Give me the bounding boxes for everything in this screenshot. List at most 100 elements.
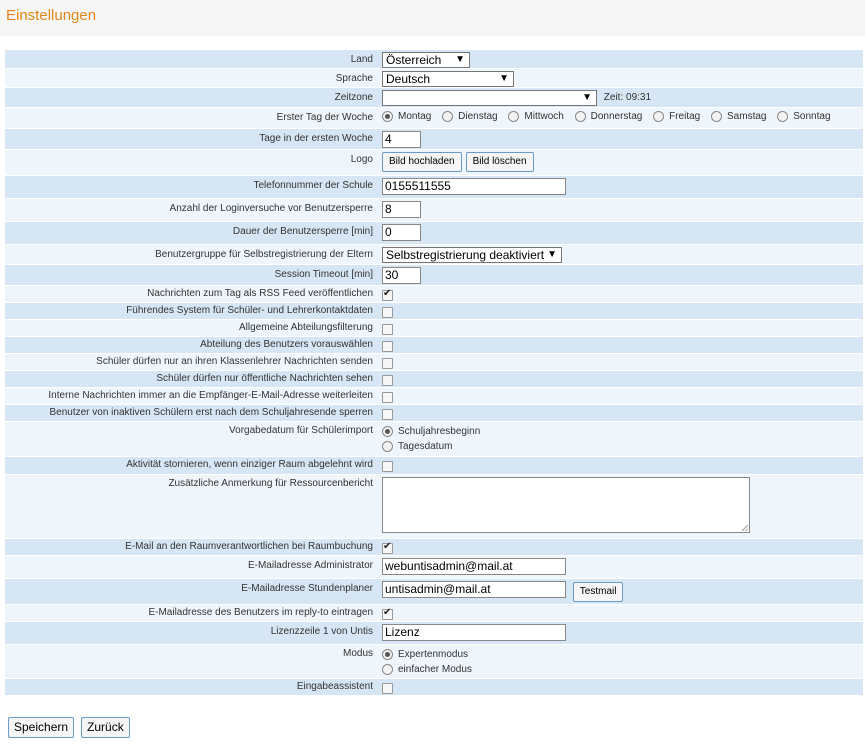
row-tage-erste-woche: Tage in der ersten Woche 4 (5, 129, 863, 150)
session-timeout-input[interactable]: 30 (382, 267, 421, 284)
interne-weiterleiten-label: Interne Nachrichten immer an die Empfäng… (48, 390, 373, 401)
email-raumverantwortliche-checkbox[interactable] (382, 541, 393, 554)
resize-grip-icon[interactable] (742, 525, 748, 531)
loginversuche-label: Anzahl der Loginversuche vor Benutzerspe… (169, 203, 373, 214)
chevron-down-icon: ▼ (455, 54, 465, 65)
telefon-input[interactable]: 0155511555 (382, 178, 566, 195)
benutzergruppe-select[interactable]: Selbstregistrierung deaktiviert ▼ (382, 247, 562, 263)
erster-tag-label: Erster Tag der Woche (276, 112, 373, 123)
chevron-down-icon: ▼ (582, 92, 592, 103)
row-eingabeassistent: Eingabeassistent (5, 679, 863, 696)
inaktive-sperren-label: Benutzer von inaktiven Schülern erst nac… (49, 407, 373, 418)
row-land: Land Österreich ▼ (5, 50, 863, 69)
email-admin-input[interactable]: webuntisadmin@mail.at (382, 558, 566, 575)
radio-tagesdatum[interactable] (382, 440, 393, 452)
row-fuehrendes-system: Führendes System für Schüler- und Lehrer… (5, 303, 863, 320)
option-tagesdatum: Tagesdatum (398, 441, 453, 452)
fuehrendes-system-checkbox[interactable] (382, 307, 393, 318)
benutzergruppe-value: Selbstregistrierung deaktiviert (386, 248, 545, 262)
sprache-label: Sprache (335, 73, 373, 84)
radio-expertenmodus[interactable] (382, 648, 393, 660)
fuehrendes-system-label: Führendes System für Schüler- und Lehrer… (126, 305, 373, 316)
radio-montag[interactable] (382, 111, 393, 122)
row-email-stundenplaner: E-Mailadresse Stundenplaner untisadmin@m… (5, 579, 863, 605)
option-sonntag: Sonntag (793, 111, 831, 122)
form-footer: Speichern Zurück (8, 717, 137, 738)
sprache-value: Deutsch (386, 72, 431, 86)
sperrdauer-label: Dauer der Benutzersperre [min] (232, 226, 373, 237)
lizenzzeile-label: Lizenzzeile 1 von Untis (270, 626, 373, 637)
abteilung-vorauswaehlen-checkbox[interactable] (382, 341, 393, 352)
lizenzzeile-input[interactable]: Lizenz (382, 624, 566, 641)
radio-samstag[interactable] (711, 111, 723, 122)
tage-erste-woche-input[interactable]: 4 (382, 131, 421, 148)
row-abteilungsfilterung: Allgemeine Abteilungsfilterung (5, 320, 863, 337)
sprache-select[interactable]: Deutsch ▼ (382, 71, 514, 87)
sperrdauer-input[interactable]: 0 (382, 224, 421, 241)
vorgabedatum-label: Vorgabedatum für Schülerimport (229, 425, 373, 436)
row-zeitzone: Zeitzone ▼ Zeit: 09:31 (5, 88, 863, 108)
row-erster-tag: Erster Tag der Woche Montag Dienstag Mit… (5, 108, 863, 129)
modus-label: Modus (342, 648, 373, 659)
oeffentliche-nachrichten-label: Schüler dürfen nur öffentliche Nachricht… (156, 373, 373, 384)
save-button[interactable]: Speichern (8, 717, 75, 738)
klassenlehrer-nachrichten-label: Schüler dürfen nur an ihren Klassenlehre… (96, 356, 373, 367)
tage-erste-woche-label: Tage in der ersten Woche (259, 133, 373, 144)
land-select[interactable]: Österreich ▼ (382, 52, 470, 68)
abteilungsfilterung-checkbox[interactable] (382, 324, 393, 335)
row-aktivitaet-stornieren: Aktivität stornieren, wenn einziger Raum… (5, 457, 863, 475)
testmail-button[interactable]: Testmail (572, 582, 624, 602)
eingabeassistent-checkbox[interactable] (382, 683, 393, 694)
row-vorgabedatum: Vorgabedatum für Schülerimport Schuljahr… (5, 422, 863, 457)
email-raumverantwortliche-label: E-Mail an den Raumverantwortlichen bei R… (125, 541, 373, 552)
email-stundenplaner-input[interactable]: untisadmin@mail.at (382, 581, 566, 598)
row-klassenlehrer-nachrichten: Schüler dürfen nur an ihren Klassenlehre… (5, 354, 863, 371)
delete-image-button[interactable]: Bild löschen (465, 152, 534, 172)
row-reply-to: E-Mailadresse des Benutzers im reply-to … (5, 605, 863, 622)
row-loginversuche: Anzahl der Loginversuche vor Benutzerspe… (5, 199, 863, 222)
radio-freitag[interactable] (653, 111, 665, 122)
radio-einfacher-modus[interactable] (382, 663, 393, 675)
radio-schuljahresbeginn[interactable] (382, 425, 393, 437)
email-stundenplaner-label: E-Mailadresse Stundenplaner (241, 583, 373, 594)
upload-image-button[interactable]: Bild hochladen (382, 152, 462, 172)
klassenlehrer-nachrichten-checkbox[interactable] (382, 358, 393, 369)
oeffentliche-nachrichten-checkbox[interactable] (382, 375, 393, 386)
row-logo: Logo Bild hochladen Bild löschen (5, 150, 863, 176)
loginversuche-input[interactable]: 8 (382, 201, 421, 218)
abteilungsfilterung-label: Allgemeine Abteilungsfilterung (239, 322, 373, 333)
radio-donnerstag[interactable] (574, 111, 586, 122)
reply-to-label: E-Mailadresse des Benutzers im reply-to … (148, 607, 373, 618)
option-schuljahresbeginn: Schuljahresbeginn (398, 426, 481, 437)
rss-label: Nachrichten zum Tag als RSS Feed veröffe… (147, 288, 373, 299)
inaktive-sperren-checkbox[interactable] (382, 409, 393, 420)
aktivitaet-stornieren-label: Aktivität stornieren, wenn einziger Raum… (126, 459, 373, 470)
land-label: Land (350, 54, 373, 65)
option-freitag: Freitag (669, 111, 701, 122)
rss-checkbox[interactable] (382, 288, 393, 301)
email-admin-label: E-Mailadresse Administrator (247, 560, 373, 571)
option-donnerstag: Donnerstag (590, 111, 643, 122)
zeitzone-select[interactable]: ▼ (382, 90, 597, 106)
row-modus: Modus Expertenmodus einfacher Modus (5, 645, 863, 679)
back-button[interactable]: Zurück (81, 717, 130, 738)
row-interne-weiterleiten: Interne Nachrichten immer an die Empfäng… (5, 388, 863, 405)
radio-mittwoch[interactable] (508, 111, 520, 122)
row-session-timeout: Session Timeout [min] 30 (5, 265, 863, 286)
row-sprache: Sprache Deutsch ▼ (5, 69, 863, 88)
radio-dienstag[interactable] (442, 111, 454, 122)
zeitzone-time: Zeit: 09:31 (603, 92, 652, 103)
chevron-down-icon: ▼ (547, 249, 557, 260)
session-timeout-label: Session Timeout [min] (274, 269, 373, 280)
option-dienstag: Dienstag (458, 111, 498, 122)
anmerkung-label: Zusätzliche Anmerkung für Ressourcenberi… (168, 478, 373, 489)
reply-to-checkbox[interactable] (382, 607, 393, 620)
row-oeffentliche-nachrichten: Schüler dürfen nur öffentliche Nachricht… (5, 371, 863, 388)
row-inaktive-sperren: Benutzer von inaktiven Schülern erst nac… (5, 405, 863, 422)
anmerkung-textarea[interactable] (382, 477, 750, 533)
interne-weiterleiten-checkbox[interactable] (382, 392, 393, 403)
row-benutzergruppe: Benutzergruppe für Selbstregistrierung d… (5, 245, 863, 265)
aktivitaet-stornieren-checkbox[interactable] (382, 461, 393, 472)
radio-sonntag[interactable] (777, 111, 789, 122)
eingabeassistent-label: Eingabeassistent (296, 681, 373, 692)
